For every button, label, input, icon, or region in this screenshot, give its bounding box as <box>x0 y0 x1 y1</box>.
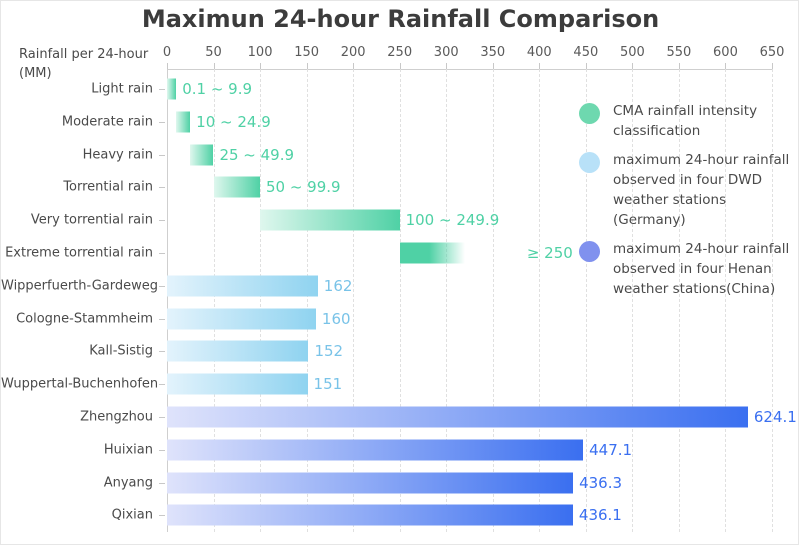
y-axis-label-very-torrential-rain: Very torrential rain <box>30 212 153 228</box>
y-axis-label-wuppertal-buchenhofen: Wuppertal-Buchenhofen <box>1 376 159 392</box>
legend-swatch-icon <box>579 241 600 262</box>
legend-item-1[interactable]: maximum 24-hour rainfall observed in fou… <box>579 150 794 230</box>
y-axis-label-cologne-stammheim: Cologne-Stammheim <box>16 311 153 327</box>
y-tick-mark <box>159 351 165 353</box>
y-tick-mark <box>159 318 165 320</box>
bar-value-wuppertal-buchenhofen: 151 <box>313 375 343 394</box>
x-tick-label: 150 <box>294 45 320 60</box>
y-tick-mark <box>159 220 165 222</box>
x-tick-label: 0 <box>162 45 172 60</box>
x-tick-label: 650 <box>759 45 785 60</box>
bar-value-zhengzhou: 624.1 <box>753 408 797 426</box>
y-tick-mark <box>159 515 165 517</box>
bar-value-moderate-rain: 10 ~ 24.9 <box>196 112 271 131</box>
x-axis-caption-line1: Rainfall per 24-hour <box>19 47 149 62</box>
y-tick-mark <box>159 449 165 451</box>
bar-value-kall-sistig: 152 <box>314 342 344 361</box>
legend-label: maximum 24-hour rainfall observed in fou… <box>613 241 790 297</box>
bar-value-wipperfuerth-gardeweg: 162 <box>323 276 353 295</box>
x-tick-label: 450 <box>573 45 599 60</box>
x-tick-label: 550 <box>666 45 692 60</box>
y-axis-label-qixian: Qixian <box>111 507 153 523</box>
y-axis-label-light-rain: Light rain <box>91 81 153 97</box>
y-tick-mark <box>159 285 165 287</box>
y-axis-label-kall-sistig: Kall-Sistig <box>89 343 153 359</box>
chart-container: Maximun 24-hour Rainfall Comparison Rain… <box>0 0 799 545</box>
bar-value-torrential-rain: 50 ~ 99.9 <box>265 178 341 197</box>
x-tick-label: 350 <box>480 45 506 60</box>
y-axis-label-zhengzhou: Zhengzhou <box>80 409 153 425</box>
x-tick-label: 600 <box>713 45 738 60</box>
bar-value-huixian: 447.1 <box>589 440 633 459</box>
y-axis-label-moderate-rain: Moderate rain <box>61 114 153 130</box>
legend-label: CMA rainfall intensity classification <box>613 103 758 139</box>
x-tick-label: 200 <box>340 45 366 60</box>
x-tick-label: 250 <box>387 45 413 60</box>
legend-swatch-icon <box>579 152 600 173</box>
x-tick-label: 500 <box>619 45 645 60</box>
y-axis-label-wipperfuerth-gardeweg: Wipperfuerth-Gardeweg <box>1 278 158 294</box>
y-tick-mark <box>159 417 165 418</box>
y-axis-label-extreme-torrential-rain: Extreme torrential rain <box>5 245 153 261</box>
bar-value-anyang: 436.3 <box>579 473 623 492</box>
x-axis-caption-line2: (MM) <box>19 66 52 81</box>
y-tick-mark <box>159 187 165 189</box>
x-tick-label: 300 <box>433 45 459 60</box>
y-tick-mark <box>159 154 165 156</box>
y-axis-label-heavy-rain: Heavy rain <box>82 147 153 163</box>
y-axis-label-huixian: Huixian <box>103 442 153 458</box>
y-tick-mark <box>159 253 165 254</box>
x-tick-label: 400 <box>526 45 552 60</box>
legend-label: maximum 24-hour rainfall observed in fou… <box>613 152 790 228</box>
x-tick-label: 50 <box>205 45 222 60</box>
legend-item-2[interactable]: maximum 24-hour rainfall observed in fou… <box>579 239 794 299</box>
y-tick-mark <box>159 121 165 123</box>
legend: CMA rainfall intensity classification max… <box>579 101 794 308</box>
bar-value-extreme-torrential-rain: ≥ 250 <box>526 244 573 262</box>
x-tick-label: 100 <box>247 45 273 60</box>
legend-item-0[interactable]: CMA rainfall intensity classification <box>579 101 794 141</box>
y-tick-mark <box>159 89 165 90</box>
chart-title: Maximun 24-hour Rainfall Comparison <box>141 5 660 33</box>
y-tick-mark <box>159 482 165 484</box>
bar-value-light-rain: 0.1 ~ 9.9 <box>182 80 253 98</box>
bar-value-very-torrential-rain: 100 ~ 249.9 <box>405 211 500 230</box>
bar-value-cologne-stammheim: 160 <box>321 309 351 328</box>
bar-value-qixian: 436.1 <box>578 506 622 525</box>
y-tick-mark <box>159 384 165 386</box>
y-axis-label-torrential-rain: Torrential rain <box>63 179 153 195</box>
x-axis-caption: Rainfall per 24-hour (MM) <box>19 45 161 83</box>
bar-value-heavy-rain: 25 ~ 49.9 <box>219 145 295 164</box>
legend-swatch-icon <box>579 103 600 124</box>
y-axis-label-anyang: Anyang <box>103 475 153 491</box>
